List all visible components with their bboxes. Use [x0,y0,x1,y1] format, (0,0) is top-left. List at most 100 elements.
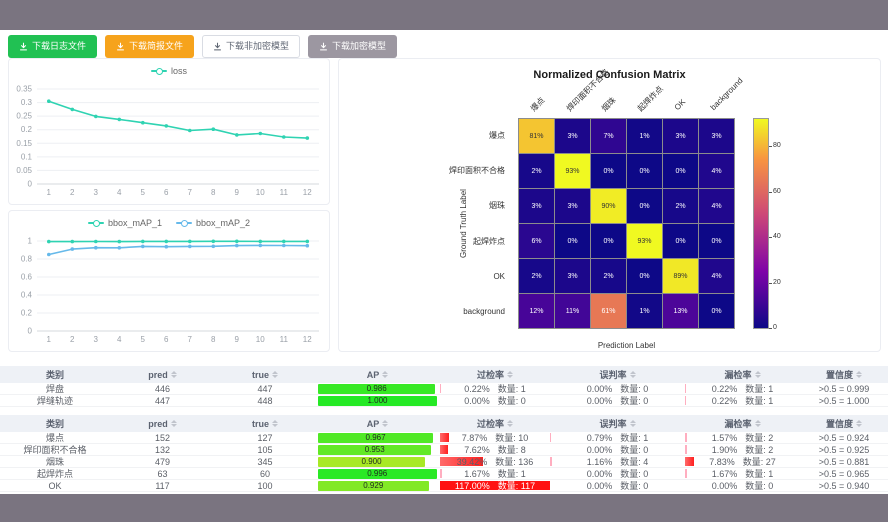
ap-cell: 0.986 [315,383,440,394]
rate-count: 数量: 27 [743,456,776,467]
colorbar-tick-label: 40 [773,233,781,240]
download-log-file-button[interactable]: 下载日志文件 [8,35,97,58]
column-header-置信度[interactable]: 置信度 [800,366,888,383]
column-header-漏检率[interactable]: 漏检率 [685,366,800,383]
column-header-误判率[interactable]: 误判率 [550,366,685,383]
column-header-true[interactable]: true [215,366,315,383]
svg-text:8: 8 [211,335,216,344]
matrix-cell: 89% [663,259,698,293]
matrix-cell: 0% [591,224,626,258]
ap-bar-track: 0.967 [315,433,440,443]
svg-text:2: 2 [70,188,75,197]
misjudge-rate-cell: 0.00%数量: 0 [550,468,685,479]
ap-bar-track: 0.929 [315,481,440,491]
download-encrypted-model-button[interactable]: 下载加密模型 [308,35,397,58]
sort-icon[interactable] [382,420,388,427]
column-header-AP[interactable]: AP [315,415,440,432]
rate-percent: 0.79% [587,433,613,443]
true-cell: 100 [215,480,315,491]
svg-text:0.15: 0.15 [16,139,32,148]
rate-bar [685,433,687,442]
column-header-pred[interactable]: pred [110,366,215,383]
rate-count: 数量: 0 [498,395,526,406]
rate-percent: 117.00% [455,481,490,491]
column-header-pred[interactable]: pred [110,415,215,432]
column-header-true[interactable]: true [215,415,315,432]
matrix-cell: 0% [627,259,662,293]
sort-icon[interactable] [755,371,761,378]
column-header-过检率[interactable]: 过检率 [440,415,550,432]
sort-icon[interactable] [272,371,278,378]
matrix-cell: 0% [627,189,662,223]
sort-icon[interactable] [856,420,862,427]
legend-label: bbox_mAP_2 [196,218,250,228]
ap-bar: 0.967 [318,433,433,443]
column-header-AP[interactable]: AP [315,366,440,383]
sort-icon[interactable] [171,420,177,427]
svg-text:0.2: 0.2 [21,125,33,134]
matrix-cell: 4% [699,154,734,188]
matrix-cell: 3% [663,119,698,153]
rate-text: 0.00%数量: 0 [587,444,649,455]
column-header-漏检率[interactable]: 漏检率 [685,415,800,432]
misjudge-rate-cell: 0.00%数量: 0 [550,395,685,406]
download-report-file-button[interactable]: 下载简报文件 [105,35,194,58]
pred-cell: 117 [110,480,215,491]
rate-count: 数量: 136 [495,456,533,467]
bottom-gray-bar [0,494,888,522]
sort-icon[interactable] [272,420,278,427]
svg-text:0: 0 [28,180,33,189]
over-detection-rate-cell: 7.87%数量: 10 [440,432,550,443]
sort-icon[interactable] [755,420,761,427]
ap-bar-track: 0.900 [315,457,440,467]
ap-cell: 1.000 [315,395,440,406]
column-header-误判率[interactable]: 误判率 [550,415,685,432]
rate-count: 数量: 0 [620,480,648,491]
rate-bar [440,445,448,454]
matrix-cell: 61% [591,294,626,328]
rate-text: 0.00%数量: 0 [587,383,649,394]
confusion-matrix-grid: 81%3%7%1%3%3%2%93%0%0%0%4%3%3%90%0%2%4%6… [518,118,735,329]
rate-percent: 0.00% [587,396,613,406]
column-header-置信度[interactable]: 置信度 [800,415,888,432]
rate-text: 39.42%数量: 136 [457,456,534,467]
sort-icon[interactable] [630,420,636,427]
svg-text:0.3: 0.3 [21,98,33,107]
download-icon [116,42,125,51]
rate-text: 7.62%数量: 8 [464,444,526,455]
sort-icon[interactable] [507,371,513,378]
column-header-label: 过检率 [477,368,504,381]
loss-chart-legend: loss [9,61,329,81]
metrics-table: 类别predtrueAP过检率误判率漏检率置信度焊盘4464470.9860.2… [0,366,888,407]
bbox-map-chart-legend: bbox_mAP_1 bbox_mAP_2 [9,213,329,233]
svg-text:10: 10 [256,188,265,197]
misjudge-rate-cell: 0.00%数量: 0 [550,383,685,394]
matrix-cell: 4% [699,259,734,293]
ap-bar-track: 0.953 [315,445,440,455]
miss-rate-cell: 1.90%数量: 2 [685,444,800,455]
sort-icon[interactable] [630,371,636,378]
svg-text:12: 12 [303,188,312,197]
sort-icon[interactable] [856,371,862,378]
misjudge-rate-cell: 0.00%数量: 0 [550,480,685,491]
rate-percent: 1.90% [712,445,738,455]
button-label: 下载加密模型 [332,42,386,51]
download-unencrypted-model-button[interactable]: 下载非加密模型 [202,35,300,58]
loss-line-chart: 00.050.10.150.20.250.30.3512345678910111… [9,81,329,202]
rate-percent: 1.57% [712,433,738,443]
matrix-cell: 0% [555,224,590,258]
svg-text:4: 4 [117,188,122,197]
rate-count: 数量: 1 [498,383,526,394]
matrix-column-label: 起焊炸点 [635,84,665,114]
legend-item-bbox_mAP_1[interactable]: bbox_mAP_1 [88,218,162,228]
legend-item-bbox_mAP_2[interactable]: bbox_mAP_2 [176,218,250,228]
column-header-过检率[interactable]: 过检率 [440,366,550,383]
matrix-cell: 0% [663,154,698,188]
sort-icon[interactable] [171,371,177,378]
over-detection-rate-cell: 0.00%数量: 0 [440,395,550,406]
sort-icon[interactable] [382,371,388,378]
colorbar-tick-label: 20 [773,279,781,286]
rate-bar [440,433,449,442]
legend-item-loss[interactable]: loss [151,66,187,76]
sort-icon[interactable] [507,420,513,427]
